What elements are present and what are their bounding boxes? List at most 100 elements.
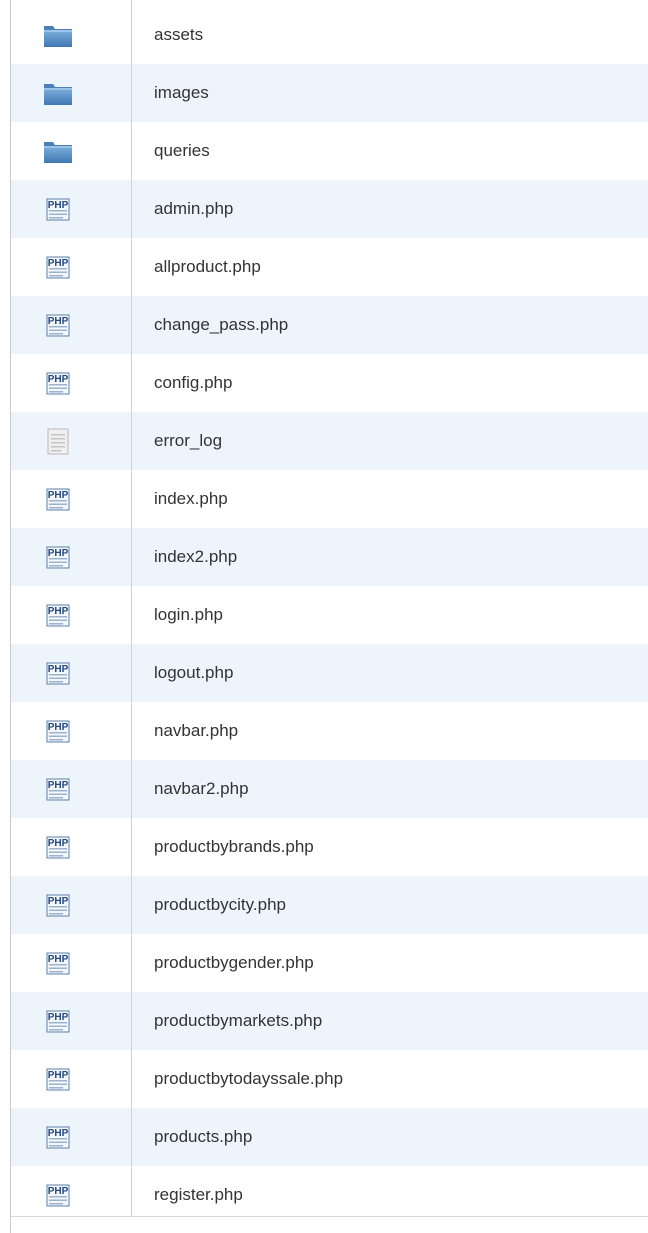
file-row[interactable]: PHP productbybrands.php bbox=[11, 818, 648, 876]
file-row[interactable]: queries bbox=[11, 122, 648, 180]
file-icon-cell: PHP bbox=[11, 1108, 131, 1166]
svg-text:PHP: PHP bbox=[48, 316, 69, 327]
php-file-icon: PHP bbox=[42, 659, 74, 687]
file-row[interactable]: PHP index.php bbox=[11, 470, 648, 528]
file-icon-cell: PHP bbox=[11, 238, 131, 296]
php-file-icon: PHP bbox=[42, 369, 74, 397]
svg-text:PHP: PHP bbox=[48, 548, 69, 559]
bottom-divider bbox=[11, 1216, 648, 1217]
file-icon-cell: PHP bbox=[11, 644, 131, 702]
file-icon-cell: PHP bbox=[11, 876, 131, 934]
file-row[interactable]: error_log bbox=[11, 412, 648, 470]
file-name[interactable]: config.php bbox=[154, 354, 232, 412]
svg-text:PHP: PHP bbox=[48, 1128, 69, 1139]
svg-text:PHP: PHP bbox=[48, 200, 69, 211]
svg-text:PHP: PHP bbox=[48, 838, 69, 849]
file-icon-cell: PHP bbox=[11, 296, 131, 354]
php-file-icon: PHP bbox=[42, 949, 74, 977]
file-icon-cell: PHP bbox=[11, 702, 131, 760]
php-file-icon: PHP bbox=[42, 891, 74, 919]
svg-text:PHP: PHP bbox=[48, 954, 69, 965]
file-name[interactable]: change_pass.php bbox=[154, 296, 288, 354]
file-row[interactable]: PHP admin.php bbox=[11, 180, 648, 238]
file-name[interactable]: productbymarkets.php bbox=[154, 992, 322, 1050]
file-name[interactable]: queries bbox=[154, 122, 210, 180]
file-name[interactable]: productbytodayssale.php bbox=[154, 1050, 343, 1108]
svg-text:PHP: PHP bbox=[48, 896, 69, 907]
file-row[interactable]: PHP index2.php bbox=[11, 528, 648, 586]
php-file-icon: PHP bbox=[42, 833, 74, 861]
file-name[interactable]: navbar.php bbox=[154, 702, 238, 760]
file-name[interactable]: productbycity.php bbox=[154, 876, 286, 934]
file-row[interactable]: PHP productbymarkets.php bbox=[11, 992, 648, 1050]
php-file-icon: PHP bbox=[42, 1065, 74, 1093]
file-icon-cell bbox=[11, 412, 131, 470]
file-icon-cell: PHP bbox=[11, 180, 131, 238]
php-file-icon: PHP bbox=[42, 717, 74, 745]
php-file-icon: PHP bbox=[42, 1007, 74, 1035]
file-icon-cell: PHP bbox=[11, 1050, 131, 1108]
file-row[interactable]: PHP login.php bbox=[11, 586, 648, 644]
svg-text:PHP: PHP bbox=[48, 780, 69, 791]
file-row[interactable]: PHP navbar2.php bbox=[11, 760, 648, 818]
php-file-icon: PHP bbox=[42, 543, 74, 571]
file-name[interactable]: products.php bbox=[154, 1108, 252, 1166]
file-row[interactable]: assets bbox=[11, 6, 648, 64]
file-icon-cell bbox=[11, 6, 131, 64]
folder-icon bbox=[42, 21, 74, 49]
svg-text:PHP: PHP bbox=[48, 490, 69, 501]
file-icon-cell: PHP bbox=[11, 354, 131, 412]
file-row[interactable]: PHP productbytodayssale.php bbox=[11, 1050, 648, 1108]
file-name[interactable]: productbybrands.php bbox=[154, 818, 314, 876]
svg-text:PHP: PHP bbox=[48, 1012, 69, 1023]
file-list: assets images queries PHP admin.php PHP … bbox=[0, 0, 648, 1233]
file-icon-cell: PHP bbox=[11, 528, 131, 586]
file-name[interactable]: index.php bbox=[154, 470, 228, 528]
svg-text:PHP: PHP bbox=[48, 1186, 69, 1197]
svg-text:PHP: PHP bbox=[48, 664, 69, 675]
file-icon-cell: PHP bbox=[11, 818, 131, 876]
file-icon-cell: PHP bbox=[11, 934, 131, 992]
php-file-icon: PHP bbox=[42, 775, 74, 803]
file-icon-cell: PHP bbox=[11, 586, 131, 644]
file-name[interactable]: logout.php bbox=[154, 644, 233, 702]
folder-icon bbox=[42, 79, 74, 107]
php-file-icon: PHP bbox=[42, 195, 74, 223]
file-row[interactable]: PHP logout.php bbox=[11, 644, 648, 702]
php-file-icon: PHP bbox=[42, 311, 74, 339]
file-name[interactable]: index2.php bbox=[154, 528, 237, 586]
file-name[interactable]: admin.php bbox=[154, 180, 233, 238]
svg-text:PHP: PHP bbox=[48, 606, 69, 617]
text-file-icon bbox=[42, 427, 74, 455]
file-row[interactable]: PHP products.php bbox=[11, 1108, 648, 1166]
file-icon-cell: PHP bbox=[11, 470, 131, 528]
file-icon-cell: PHP bbox=[11, 760, 131, 818]
file-name[interactable]: navbar2.php bbox=[154, 760, 249, 818]
file-row[interactable]: PHP navbar.php bbox=[11, 702, 648, 760]
file-name[interactable]: error_log bbox=[154, 412, 222, 470]
file-name[interactable]: productbygender.php bbox=[154, 934, 314, 992]
file-row[interactable]: images bbox=[11, 64, 648, 122]
php-file-icon: PHP bbox=[42, 601, 74, 629]
file-name[interactable]: assets bbox=[154, 6, 203, 64]
file-icon-cell bbox=[11, 64, 131, 122]
folder-icon bbox=[42, 137, 74, 165]
svg-text:PHP: PHP bbox=[48, 374, 69, 385]
php-file-icon: PHP bbox=[42, 1181, 74, 1209]
file-name[interactable]: allproduct.php bbox=[154, 238, 261, 296]
file-row[interactable]: PHP productbygender.php bbox=[11, 934, 648, 992]
php-file-icon: PHP bbox=[42, 253, 74, 281]
file-row[interactable]: PHP config.php bbox=[11, 354, 648, 412]
svg-text:PHP: PHP bbox=[48, 722, 69, 733]
file-icon-cell bbox=[11, 122, 131, 180]
file-name[interactable]: login.php bbox=[154, 586, 223, 644]
svg-text:PHP: PHP bbox=[48, 258, 69, 269]
file-row[interactable]: PHP change_pass.php bbox=[11, 296, 648, 354]
svg-text:PHP: PHP bbox=[48, 1070, 69, 1081]
file-icon-cell: PHP bbox=[11, 992, 131, 1050]
file-name[interactable]: images bbox=[154, 64, 209, 122]
php-file-icon: PHP bbox=[42, 485, 74, 513]
php-file-icon: PHP bbox=[42, 1123, 74, 1151]
file-row[interactable]: PHP allproduct.php bbox=[11, 238, 648, 296]
file-row[interactable]: PHP productbycity.php bbox=[11, 876, 648, 934]
